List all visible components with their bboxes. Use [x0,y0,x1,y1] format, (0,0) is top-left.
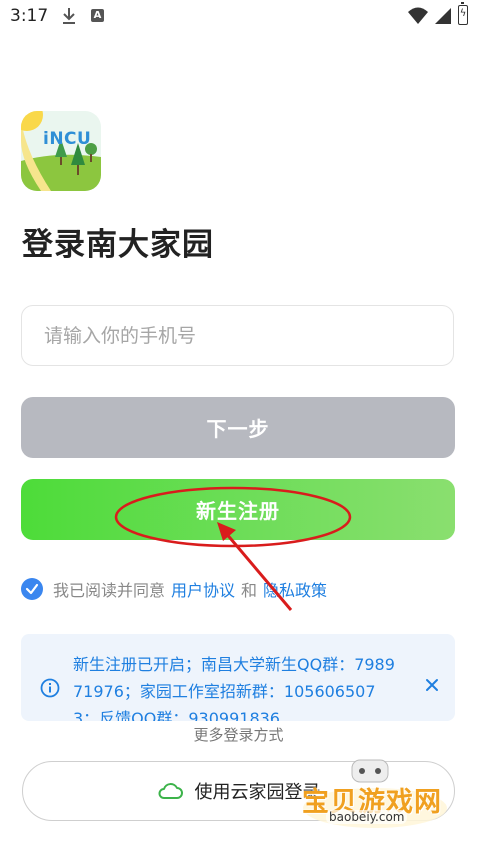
cell-signal-icon [435,8,451,24]
freshman-register-label: 新生注册 [196,499,280,523]
phone-input[interactable] [22,306,453,365]
more-login-methods: 更多登录方式 [193,726,284,744]
user-agreement-link[interactable]: 用户协议 [171,577,235,601]
next-step-button[interactable]: 下一步 [21,397,455,458]
app-logo-text: iNCU [43,129,92,149]
info-icon [40,678,60,698]
app-logo: iNCU [21,111,101,191]
notice-banner: 新生注册已开启；南昌大学新生QQ群：798971976；家园工作室招新群：105… [21,634,455,721]
checkmark-icon [25,583,39,595]
status-bar: 3:17 A ϟ [0,0,477,34]
notification-app-icon: A [91,9,104,22]
download-icon [63,8,75,24]
battery-icon: ϟ [458,2,468,25]
cloud-icon [158,783,183,799]
agreement-prefix: 我已阅读并同意 [53,581,166,600]
agreement-and: 和 [241,581,258,600]
notice-text: 新生注册已开启；南昌大学新生QQ群：798971976；家园工作室招新群：105… [73,655,395,721]
agreement-row: 我已阅读并同意 用户协议 和 隐私政策 [21,577,327,601]
next-step-label: 下一步 [206,417,270,441]
privacy-policy-link[interactable]: 隐私政策 [263,577,327,601]
app-logo-image [21,111,101,191]
page-title: 登录南大家园 [22,227,214,263]
freshman-register-button[interactable]: 新生注册 [21,479,455,540]
close-icon[interactable] [424,677,440,693]
phone-input-container [21,305,454,366]
agreement-checkbox[interactable] [21,578,43,600]
wifi-icon [408,7,428,24]
watermark-url: baobeiy.com [326,810,408,824]
status-time: 3:17 [10,6,49,26]
